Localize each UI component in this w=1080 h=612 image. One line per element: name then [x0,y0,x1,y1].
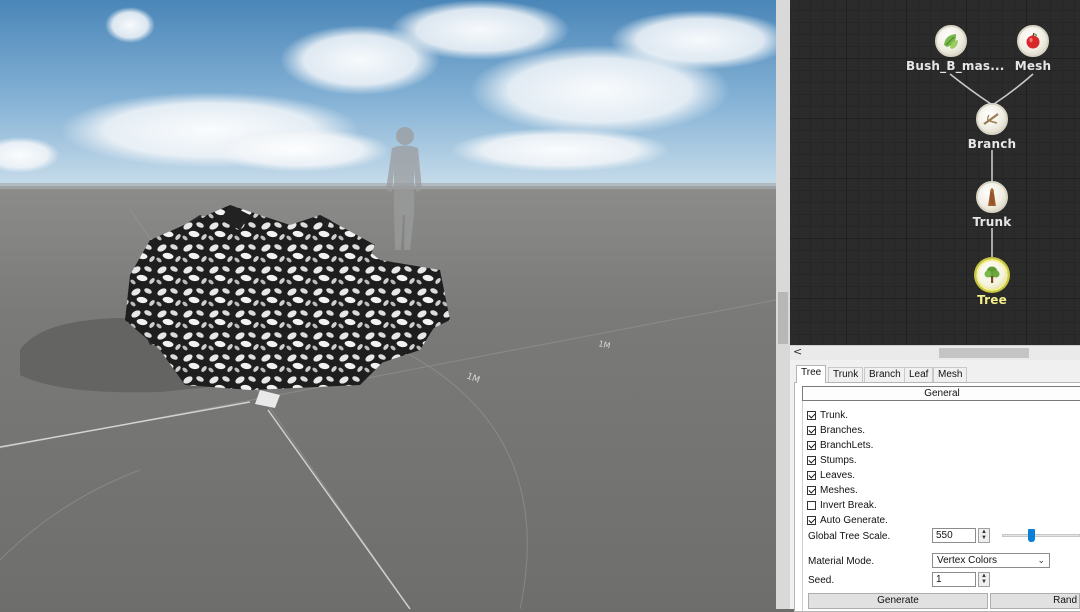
checkbox-label: Leaves. [820,470,856,481]
node-trunk[interactable]: Trunk [947,181,1037,229]
node-label: Trunk [972,215,1012,229]
checkbox-box[interactable] [807,501,816,510]
material-mode-value: Vertex Colors [937,555,998,566]
checkbox-box[interactable] [807,516,816,525]
node-label: Tree [977,293,1007,307]
checkbox-box[interactable] [807,486,816,495]
checkbox-box[interactable] [807,471,816,480]
branch-icon [976,103,1008,135]
checkbox-box[interactable] [807,426,816,435]
apple-icon [1017,25,1049,57]
tree-icon [976,259,1008,291]
node-label: Branch [967,137,1017,151]
checkbox-box[interactable] [807,441,816,450]
node-tree[interactable]: Tree [947,259,1037,307]
tab-mesh[interactable]: Mesh [933,367,968,382]
material-mode-select[interactable]: Vertex Colors ⌄ [932,553,1050,568]
splitter-scroll-thumb[interactable] [778,292,788,344]
node-graph[interactable]: Bush_B_mas... Mesh Branch Trunk Tree [790,0,1080,345]
node-label: Bush_B_mas... [906,59,1005,73]
checkbox-label: Invert Break. [820,500,877,511]
checkbox-label: Auto Generate. [820,515,888,526]
checkbox-box[interactable] [807,411,816,420]
node-bush-b-mask[interactable]: Bush_B_mas... [906,25,1005,73]
checkbox-label: BranchLets. [820,440,874,451]
random-button[interactable]: Rand [990,593,1080,609]
global-tree-scale-spinner[interactable]: ▲ ▼ [978,528,990,543]
checkbox-meshes[interactable]: Meshes. [807,484,858,497]
global-tree-scale-label: Global Tree Scale. [808,531,891,542]
trunk-icon [976,181,1008,213]
global-tree-scale-slider-track[interactable] [1002,534,1080,537]
inspector-panel: Tree Trunk Branch Leaf Mesh General Trun… [790,360,1080,612]
seed-label: Seed. [808,575,835,586]
checkbox-branchlets[interactable]: BranchLets. [807,439,873,452]
scroll-thumb[interactable] [939,348,1029,358]
scene-viewport[interactable]: 1M 1M [0,0,776,609]
checkbox-stumps[interactable]: Stumps. [807,454,857,467]
checkbox-trunk[interactable]: Trunk. [807,409,848,422]
checkbox-branches[interactable]: Branches. [807,424,865,437]
checkbox-label: Stumps. [820,455,857,466]
group-divider [802,401,803,611]
panel-splitter[interactable] [776,0,790,609]
node-mesh[interactable]: Mesh [988,25,1078,73]
global-tree-scale-slider-thumb[interactable] [1027,529,1035,542]
tab-branch[interactable]: Branch [864,367,906,382]
checkbox-leaves[interactable]: Leaves. [807,469,855,482]
scroll-left-arrow-icon[interactable]: < [793,345,802,358]
seed-input[interactable]: 1 [932,572,976,587]
graph-horizontal-scrollbar[interactable]: < [790,345,1080,360]
tab-tree[interactable]: Tree [796,365,827,383]
general-group-header[interactable]: General [802,386,1080,401]
chevron-down-icon: ⌄ [1037,555,1045,565]
ground-plane [0,186,776,609]
checkbox-label: Branches. [820,425,866,436]
global-tree-scale-input[interactable]: 550 [932,528,976,543]
seed-spinner[interactable]: ▲ ▼ [978,572,990,587]
material-mode-label: Material Mode. [808,556,875,567]
generate-button[interactable]: Generate [808,593,988,609]
checkbox-label: Meshes. [820,485,858,496]
checkbox-auto-generate[interactable]: Auto Generate. [807,514,888,527]
checkbox-invert-break[interactable]: Invert Break. [807,499,877,512]
tab-leaf[interactable]: Leaf [904,367,934,382]
scene-canvas[interactable]: 1M 1M [0,0,776,609]
checkbox-box[interactable] [807,456,816,465]
node-label: Mesh [1014,59,1052,73]
node-branch[interactable]: Branch [947,103,1037,151]
leaf-icon [935,25,967,57]
tab-trunk[interactable]: Trunk [828,367,864,382]
checkbox-label: Trunk. [820,410,848,421]
